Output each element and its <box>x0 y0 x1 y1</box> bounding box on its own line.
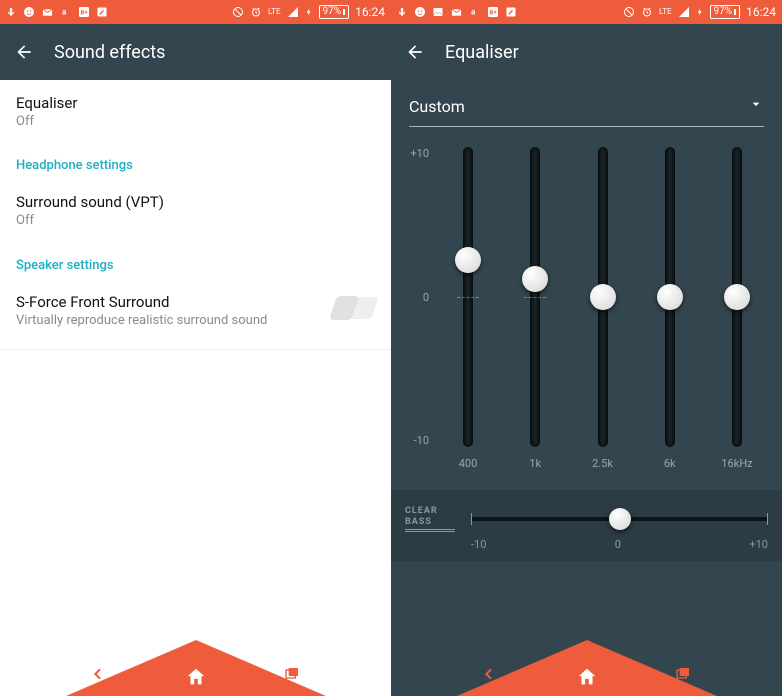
back-button[interactable] <box>14 42 34 62</box>
svg-text:8+: 8+ <box>490 9 498 17</box>
face-icon <box>414 6 426 18</box>
dnd-icon <box>232 6 244 18</box>
dnd-icon <box>623 6 635 18</box>
clock: 16:24 <box>355 5 385 19</box>
charging-icon <box>696 6 704 18</box>
battery-indicator: 97% <box>710 5 741 19</box>
usb-icon <box>397 7 408 18</box>
usb-icon <box>6 7 17 18</box>
band-freq-label: 6k <box>664 457 676 470</box>
signal-icon <box>678 6 690 18</box>
svg-text:8+: 8+ <box>81 9 89 17</box>
scale-mid: 0 <box>405 291 429 304</box>
face-icon <box>23 6 35 18</box>
slider-thumb[interactable] <box>455 247 481 273</box>
slider-thumb[interactable] <box>522 266 548 292</box>
eq-band-16kHz[interactable]: 16kHz <box>706 147 768 470</box>
band-freq-label: 400 <box>459 457 478 470</box>
eq-band-2.5k[interactable]: 2.5k <box>572 147 634 470</box>
row-sforce[interactable]: S-Force Front Surround Virtually reprodu… <box>0 279 391 343</box>
row-value: Off <box>16 213 375 229</box>
row-value: Off <box>16 114 375 130</box>
page-title: Equaliser <box>445 42 519 63</box>
edit-icon <box>505 6 517 18</box>
scale-max: +10 <box>749 538 768 551</box>
eq-slider[interactable] <box>639 147 701 447</box>
screen-equaliser: a 8+ LTE 97% 16:24 Equaliser Custom +10 … <box>391 0 782 696</box>
gplus-icon: 8+ <box>78 6 90 18</box>
charging-icon <box>305 6 313 18</box>
app-bar: Sound effects <box>0 24 391 80</box>
chevron-down-icon <box>748 96 764 116</box>
section-speaker: Speaker settings <box>0 244 391 279</box>
band-freq-label: 1k <box>529 457 541 470</box>
network-label: LTE <box>659 8 672 16</box>
logo-bot: BASS <box>405 517 455 532</box>
status-bar: a 8+ LTE 97% 16:24 <box>391 0 782 24</box>
band-freq-label: 2.5k <box>592 457 613 470</box>
edit-icon <box>96 6 108 18</box>
row-desc: Virtually reproduce realistic surround s… <box>16 313 321 329</box>
battery-indicator: 97% <box>319 5 350 19</box>
section-headphone: Headphone settings <box>0 144 391 179</box>
eq-slider[interactable] <box>504 147 566 447</box>
eq-slider[interactable] <box>706 147 768 447</box>
sound-effects-list: Equaliser Off Headphone settings Surroun… <box>0 80 391 696</box>
divider <box>0 349 391 350</box>
scale-min: -10 <box>471 538 486 551</box>
row-label: Surround sound (VPT) <box>16 193 375 211</box>
slider-thumb[interactable] <box>590 284 616 310</box>
app-bar: Equaliser <box>391 24 782 80</box>
alarm-icon <box>250 6 262 18</box>
scale-max: +10 <box>405 147 429 160</box>
eq-scale: +10 0 -10 <box>405 147 433 447</box>
clear-bass-scale: -10 0 +10 <box>471 538 768 551</box>
alarm-icon <box>641 6 653 18</box>
screen-sound-effects: a 8+ LTE 97% 16:24 Sound effects Equalis… <box>0 0 391 696</box>
row-label: S-Force Front Surround <box>16 293 321 311</box>
eq-band-400[interactable]: 400 <box>437 147 499 470</box>
band-freq-label: 16kHz <box>721 457 752 470</box>
mail-icon <box>450 7 463 18</box>
row-equaliser[interactable]: Equaliser Off <box>0 80 391 144</box>
status-bar: a 8+ LTE 97% 16:24 <box>0 0 391 24</box>
image-icon <box>432 6 444 18</box>
eq-bands-area: +10 0 -10 400 1k 2.5k 6k 16kHz <box>391 127 782 480</box>
slider-thumb[interactable] <box>724 284 750 310</box>
equaliser-panel: Custom +10 0 -10 400 1k 2.5k 6k 16kHz CLEAR … <box>391 80 782 696</box>
clear-bass-slider[interactable] <box>471 507 768 531</box>
mail-icon <box>41 7 54 18</box>
svg-text:a: a <box>471 8 476 17</box>
row-surround-vpt[interactable]: Surround sound (VPT) Off <box>0 179 391 243</box>
eq-slider[interactable] <box>572 147 634 447</box>
back-button[interactable] <box>405 42 425 62</box>
scale-mid: 0 <box>615 538 621 551</box>
clock: 16:24 <box>746 5 776 19</box>
row-label: Equaliser <box>16 94 375 112</box>
preset-label: Custom <box>409 97 465 116</box>
signal-icon <box>287 6 299 18</box>
amazon-icon: a <box>469 6 481 18</box>
clear-bass-logo: CLEAR BASS <box>405 506 455 532</box>
eq-band-1k[interactable]: 1k <box>504 147 566 470</box>
slider-thumb[interactable] <box>657 284 683 310</box>
sforce-toggle[interactable] <box>333 297 375 319</box>
gplus-icon: 8+ <box>487 6 499 18</box>
page-title: Sound effects <box>54 42 165 63</box>
clear-bass-panel: CLEAR BASS -10 0 +10 <box>391 490 782 561</box>
eq-band-6k[interactable]: 6k <box>639 147 701 470</box>
amazon-icon: a <box>60 6 72 18</box>
logo-top: CLEAR <box>405 506 455 517</box>
network-label: LTE <box>268 8 281 16</box>
preset-dropdown[interactable]: Custom <box>391 80 782 122</box>
eq-slider[interactable] <box>437 147 499 447</box>
scale-min: -10 <box>405 434 429 447</box>
svg-text:a: a <box>62 8 67 17</box>
slider-thumb[interactable] <box>609 508 631 530</box>
